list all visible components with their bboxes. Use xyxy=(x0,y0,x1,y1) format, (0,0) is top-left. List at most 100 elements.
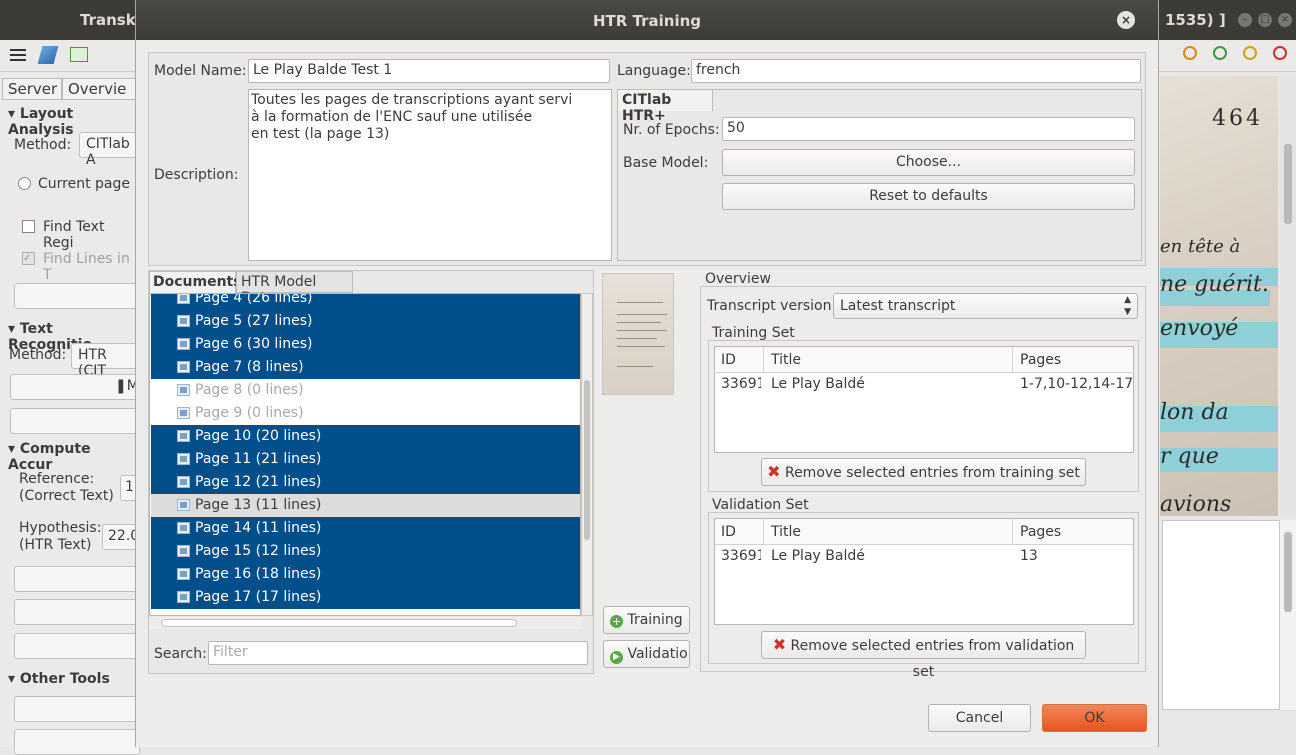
model-name-input[interactable]: Le Play Balde Test 1 xyxy=(248,59,610,83)
reset-defaults-button[interactable]: Reset to defaults xyxy=(722,183,1135,210)
page-list-item[interactable]: Page 4 (26 lines) xyxy=(151,293,580,310)
column-header-title[interactable]: Title xyxy=(771,524,801,540)
page-list-item[interactable]: Page 17 (17 lines) xyxy=(151,586,580,609)
pen-icon[interactable] xyxy=(37,46,59,64)
page-list-item[interactable]: Page 8 (0 lines) xyxy=(151,379,580,402)
tab-server[interactable]: Server xyxy=(2,78,62,100)
transcription-textarea[interactable] xyxy=(1162,520,1280,710)
current-page-radio[interactable] xyxy=(18,177,31,190)
tr-method-select[interactable]: HTR (CIT xyxy=(71,343,140,379)
cell-pages: 13 xyxy=(1020,548,1038,564)
description-textarea[interactable]: Toutes les pages de transcriptions ayant… xyxy=(248,89,612,261)
page-list-item[interactable]: Page 5 (27 lines) xyxy=(151,310,580,333)
page-list-item[interactable]: Page 15 (12 lines) xyxy=(151,540,580,563)
page-list-item-label: Page 16 (18 lines) xyxy=(195,566,322,582)
cancel-button[interactable]: Cancel xyxy=(928,704,1031,732)
zoom-reset-icon[interactable] xyxy=(1273,46,1287,60)
page-list-item[interactable]: Page 7 (8 lines) xyxy=(151,356,580,379)
compare-button[interactable] xyxy=(14,566,140,592)
hypothesis-sublabel: (HTR Text) xyxy=(19,537,92,553)
page-list-hscrollbar[interactable] xyxy=(149,617,581,629)
page-thumbnail[interactable] xyxy=(602,273,674,395)
other-tools-heading[interactable]: ▾ Other Tools xyxy=(8,671,110,687)
dialog-close-icon[interactable]: × xyxy=(1117,11,1135,29)
menu-icon[interactable] xyxy=(10,48,26,62)
tab-htr-model-data[interactable]: HTR Model Data xyxy=(236,271,353,306)
maximize-icon[interactable]: □ xyxy=(1258,13,1272,27)
run-htr-button[interactable] xyxy=(10,408,140,434)
validation-table[interactable]: ID Title Pages 33691 Le Play Baldé 13 xyxy=(714,518,1134,625)
column-header-id[interactable]: ID xyxy=(721,524,736,540)
column-header-id[interactable]: ID xyxy=(721,352,736,368)
page-icon xyxy=(177,568,190,580)
zoom-icon[interactable] xyxy=(1183,46,1197,60)
page-list-item-label: Page 4 (26 lines) xyxy=(195,293,313,306)
page-list-item[interactable]: Page 10 (20 lines) xyxy=(151,425,580,448)
page-list-item[interactable]: Page 6 (30 lines) xyxy=(151,333,580,356)
epochs-label: Nr. of Epochs: xyxy=(623,122,720,138)
filter-input[interactable]: Filter xyxy=(208,641,588,665)
page-list-item[interactable]: Page 16 (18 lines) xyxy=(151,563,580,586)
page-list-item[interactable]: Page 11 (21 lines) xyxy=(151,448,580,471)
other-tool-button-2[interactable] xyxy=(14,729,140,755)
page-icon xyxy=(177,338,190,350)
textarea-scrollbar[interactable] xyxy=(1280,520,1296,710)
language-input[interactable]: french xyxy=(691,59,1141,83)
find-lines-checkbox[interactable]: ✓ xyxy=(22,252,35,265)
remove-training-entries-button[interactable]: ✖ Remove selected entries from training … xyxy=(761,458,1086,486)
image-scrollbar[interactable] xyxy=(1280,76,1296,516)
background-left-panel: Server Overvie ▾ Layout Analysis Method:… xyxy=(0,72,140,755)
run-layout-button[interactable] xyxy=(14,283,140,309)
add-to-validation-button[interactable]: ▶ Validatio xyxy=(603,640,690,668)
other-tool-button-1[interactable] xyxy=(14,696,140,722)
language-label: Language: xyxy=(617,63,691,79)
training-table[interactable]: ID Title Pages 33691 Le Play Baldé 1-7,1… xyxy=(714,346,1134,453)
epochs-input[interactable]: 50 xyxy=(722,117,1135,141)
find-lines-label: Find Lines in T xyxy=(43,251,130,283)
tab-citlab-htr[interactable]: CITlab HTR+ xyxy=(617,89,713,124)
add-to-training-button[interactable]: + Training xyxy=(603,606,690,634)
zoom-out-icon[interactable] xyxy=(1243,46,1257,60)
compare-versions-button[interactable] xyxy=(14,599,140,625)
page-list-item-label: Page 13 (11 lines) xyxy=(195,497,322,513)
zoom-in-icon[interactable] xyxy=(1213,46,1227,60)
cell-title: Le Play Baldé xyxy=(771,548,865,564)
page-list-item-label: Page 14 (11 lines) xyxy=(195,520,322,536)
page-list-item[interactable]: Page 12 (21 lines) xyxy=(151,471,580,494)
choose-base-model-button[interactable]: Choose... xyxy=(722,149,1135,176)
page-list[interactable]: Page 4 (26 lines) Page 5 (27 lines) Page 6… xyxy=(149,293,581,616)
page-list-item[interactable]: Page 14 (11 lines) xyxy=(151,517,580,540)
manuscript-word: lon da xyxy=(1160,400,1229,425)
close-icon[interactable]: × xyxy=(1278,13,1292,27)
column-header-title[interactable]: Title xyxy=(771,352,801,368)
tab-documents[interactable]: Documents xyxy=(149,271,242,293)
page-list-item[interactable]: Page 13 (11 lines) xyxy=(151,494,580,517)
remove-validation-entries-button[interactable]: ✖ Remove selected entries from validatio… xyxy=(761,631,1086,680)
find-text-regions-checkbox[interactable] xyxy=(22,220,35,233)
dialog-title: HTR Training xyxy=(592,12,702,30)
cell-id: 33691 xyxy=(721,376,761,392)
table-row[interactable]: 33691 Le Play Baldé 13 xyxy=(715,546,1133,569)
reference-label: Reference: xyxy=(19,471,95,487)
page-list-item[interactable]: Page 9 (0 lines) xyxy=(151,402,580,425)
column-header-pages[interactable]: Pages xyxy=(1020,524,1061,540)
minimize-icon[interactable]: – xyxy=(1238,13,1252,27)
manuscript-word: envoyé xyxy=(1160,316,1239,341)
ok-button[interactable]: OK xyxy=(1042,704,1147,732)
manuscript-word: r que xyxy=(1160,444,1219,469)
compute-button[interactable] xyxy=(14,633,140,659)
manuscript-image[interactable]: 464 en tête à ne guérit. envoyé lon da r… xyxy=(1160,76,1278,516)
add-page-icon[interactable] xyxy=(70,47,88,62)
column-header-pages[interactable]: Pages xyxy=(1020,352,1061,368)
page-list-item-label: Page 17 (17 lines) xyxy=(195,589,322,605)
transcript-version-select[interactable]: Latest transcript ▲ ▼ xyxy=(833,293,1138,319)
table-row[interactable]: 33691 Le Play Baldé 1-7,10-12,14-17,2 xyxy=(715,374,1133,397)
page-icon xyxy=(177,453,190,465)
page-list-vscrollbar[interactable] xyxy=(581,293,593,616)
models-button[interactable]: ❚M xyxy=(10,374,140,400)
tab-overview[interactable]: Overvie xyxy=(62,78,140,100)
page-icon xyxy=(177,591,190,603)
description-label: Description: xyxy=(154,167,239,183)
compute-accuracy-heading[interactable]: ▾ Compute Accur xyxy=(8,441,139,473)
method-select[interactable]: CITlab A xyxy=(79,132,140,168)
